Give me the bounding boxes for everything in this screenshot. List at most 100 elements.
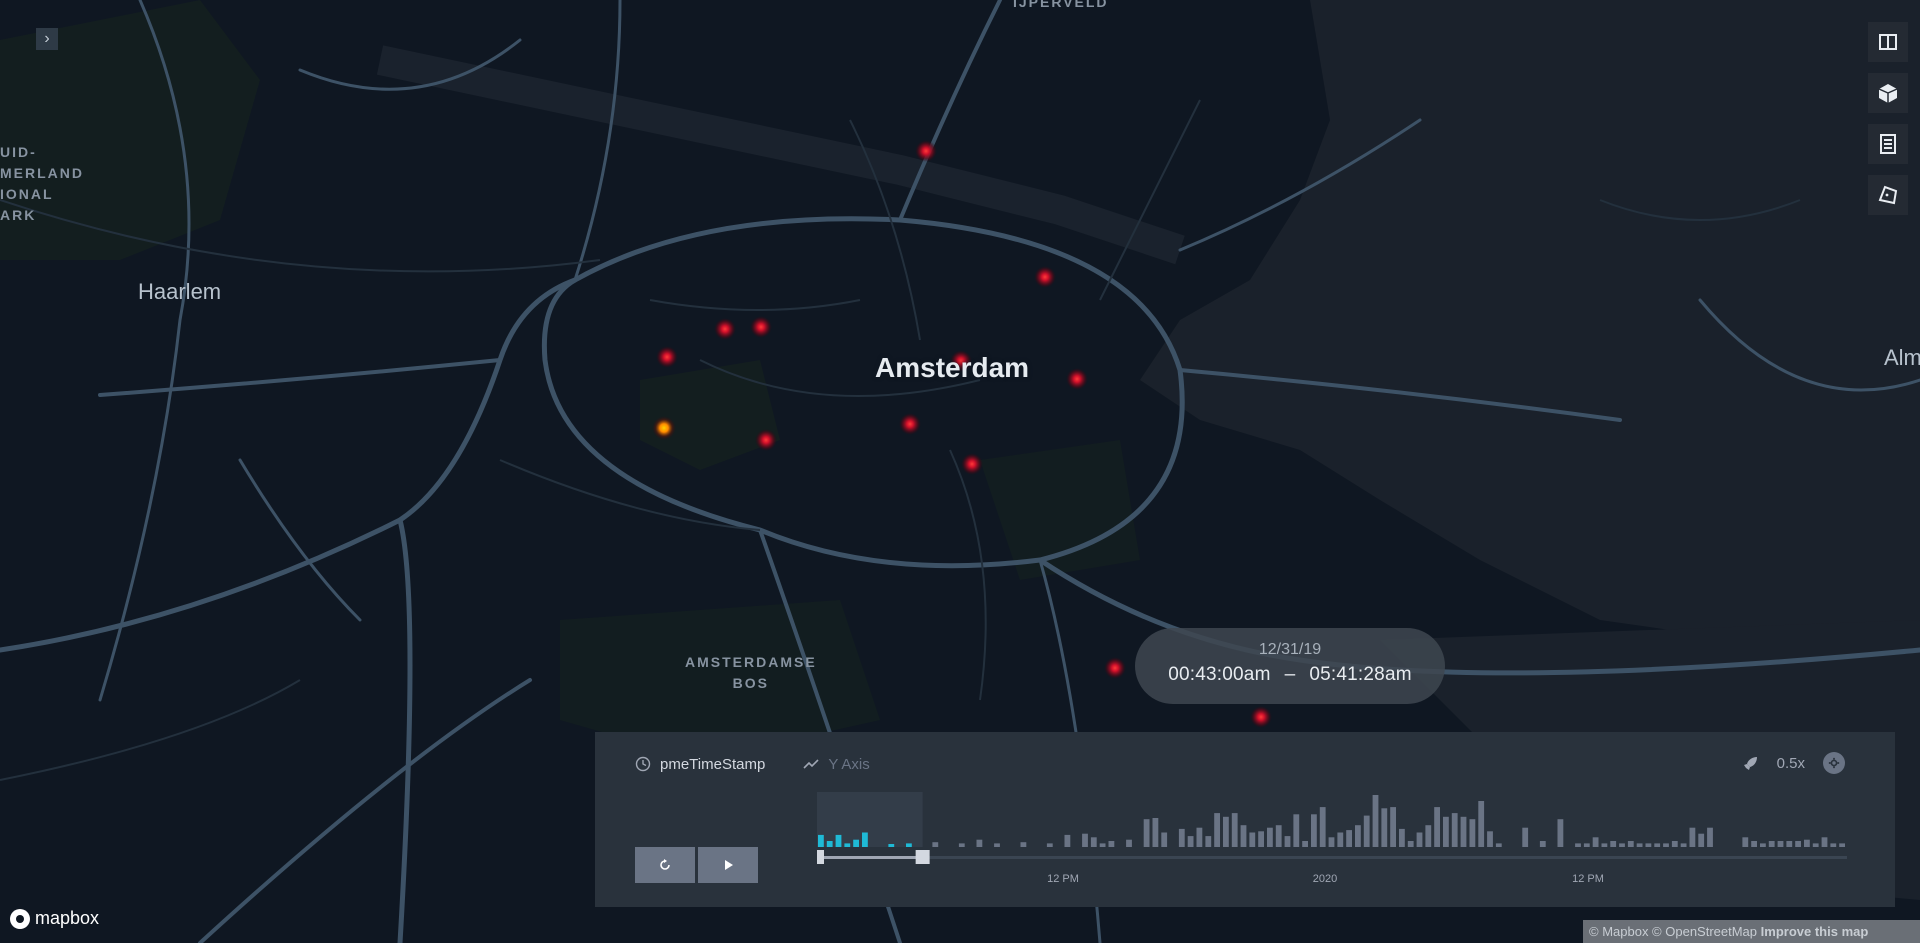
histogram-bar xyxy=(1108,841,1115,847)
time-histogram[interactable]: 12 PM 2020 12 PM xyxy=(817,787,1867,902)
time-window-display: 12/31/19 00:43:00am –05:41:28am xyxy=(1135,628,1445,704)
histogram-bar xyxy=(1460,816,1467,847)
rocket-icon xyxy=(1743,757,1757,770)
split-map-icon xyxy=(1879,34,1897,50)
histogram-bar xyxy=(1082,833,1088,847)
legend-button[interactable] xyxy=(1868,124,1908,164)
histogram-bar xyxy=(826,841,833,847)
animation-settings-button[interactable] xyxy=(1823,752,1845,774)
mapbox-logo-text: mapbox xyxy=(35,908,100,928)
range-start-handle[interactable] xyxy=(817,850,824,864)
histogram-bar xyxy=(1187,836,1194,847)
histogram-bar xyxy=(1126,839,1132,847)
histogram-bar xyxy=(1319,807,1326,847)
histogram-bar xyxy=(1372,795,1379,847)
histogram-bar xyxy=(1328,837,1335,847)
histogram-bar xyxy=(1425,825,1432,847)
sidebar-expand-button[interactable]: › xyxy=(36,28,58,50)
histogram-bar xyxy=(1434,807,1440,847)
histogram-bar xyxy=(1821,837,1828,847)
time-axis-tick: 12 PM xyxy=(1572,873,1604,885)
histogram-bar xyxy=(1302,841,1308,847)
polygon-icon xyxy=(1878,185,1898,205)
histogram-bar xyxy=(932,842,939,847)
map-label-amsterdamse-bos: AMSTERDAMSE BOS xyxy=(685,654,817,691)
histogram-bar xyxy=(1839,843,1845,847)
histogram-bar xyxy=(1557,819,1564,847)
speed-control[interactable]: 0.5x xyxy=(1743,752,1845,774)
histogram-bar xyxy=(1478,801,1485,847)
histogram-bar xyxy=(862,832,868,847)
3d-view-button[interactable] xyxy=(1868,73,1908,113)
histogram-bar xyxy=(1592,837,1599,847)
histogram-bar xyxy=(1407,841,1414,847)
cube-icon xyxy=(1878,84,1898,103)
histogram-bar xyxy=(1311,814,1317,847)
map-label-national-park: UID- MERLAND IONAL ARK xyxy=(0,144,84,223)
histogram-bar xyxy=(1249,832,1256,847)
time-panel-header: pmeTimeStamp Y Axis xyxy=(635,752,870,776)
histogram-bar xyxy=(818,834,824,847)
histogram-bar xyxy=(1610,841,1617,847)
histogram-bar xyxy=(1487,831,1493,847)
map-label-almere: Alm xyxy=(1884,345,1920,370)
time-field-selector[interactable]: pmeTimeStamp xyxy=(635,756,765,773)
histogram-bar xyxy=(1064,834,1071,847)
improve-map-link[interactable]: Improve this map xyxy=(1761,924,1869,939)
histogram-bar xyxy=(1671,841,1678,847)
histogram-bar xyxy=(1601,843,1608,847)
histogram-bar xyxy=(1636,843,1643,847)
histogram-bar xyxy=(1619,843,1625,847)
histogram-bar xyxy=(1742,837,1749,847)
split-map-button[interactable] xyxy=(1868,22,1908,62)
histogram-bar xyxy=(1451,813,1458,847)
selection-window xyxy=(817,792,923,847)
range-end-handle[interactable] xyxy=(915,850,930,864)
histogram-bar xyxy=(1812,843,1819,847)
histogram-bar xyxy=(1495,843,1502,847)
time-window-start: 00:43:00am xyxy=(1168,664,1271,685)
histogram-bar xyxy=(1214,813,1220,847)
histogram-bar xyxy=(1399,828,1405,847)
draw-polygon-button[interactable] xyxy=(1868,175,1908,215)
histogram-bar xyxy=(1284,836,1291,847)
chevron-right-icon: › xyxy=(44,30,50,47)
play-button[interactable] xyxy=(698,847,758,883)
map-control-panel xyxy=(1868,22,1908,226)
time-window-range: 00:43:00am –05:41:28am xyxy=(1135,664,1445,686)
histogram-bar xyxy=(1355,825,1361,847)
histogram-bar xyxy=(1627,841,1634,847)
time-window-separator: – xyxy=(1284,664,1296,685)
map-label-ijperveld: IJPERVELD xyxy=(1013,0,1109,10)
histogram-bar xyxy=(1223,816,1229,847)
histogram-bar xyxy=(1143,819,1150,847)
histogram-bar xyxy=(1830,843,1837,847)
histogram-bar xyxy=(1760,843,1766,847)
histogram-bar xyxy=(1707,827,1713,847)
histogram-bar xyxy=(1275,825,1282,847)
y-axis-selector[interactable]: Y Axis xyxy=(803,756,870,773)
map-label-haarlem: Haarlem xyxy=(138,279,222,304)
time-window-end: 05:41:28am xyxy=(1309,664,1412,685)
mapbox-logo[interactable]: mapbox xyxy=(10,908,99,929)
histogram-bar xyxy=(1443,816,1449,847)
mapbox-logo-icon xyxy=(10,908,30,929)
histogram-bar xyxy=(1196,827,1203,847)
histogram-bar xyxy=(1575,843,1581,847)
histogram-bar xyxy=(1663,843,1669,847)
histogram-bar xyxy=(844,843,851,847)
histogram-bar xyxy=(1046,843,1053,847)
histogram-bar xyxy=(1381,808,1388,847)
play-icon xyxy=(725,860,733,870)
histogram-bar xyxy=(1152,818,1159,847)
histogram-bar xyxy=(853,839,859,847)
map-attribution: © Mapbox © OpenStreetMap Improve this ma… xyxy=(1583,920,1920,943)
time-axis-tick: 12 PM xyxy=(1047,873,1079,885)
histogram-bar xyxy=(1654,843,1661,847)
histogram-bar xyxy=(958,843,965,847)
reset-button[interactable] xyxy=(635,847,695,883)
histogram-bar xyxy=(994,843,1000,847)
histogram-bar xyxy=(1522,827,1529,847)
time-slider-track[interactable] xyxy=(817,856,1847,859)
histogram-bar xyxy=(1539,841,1546,847)
